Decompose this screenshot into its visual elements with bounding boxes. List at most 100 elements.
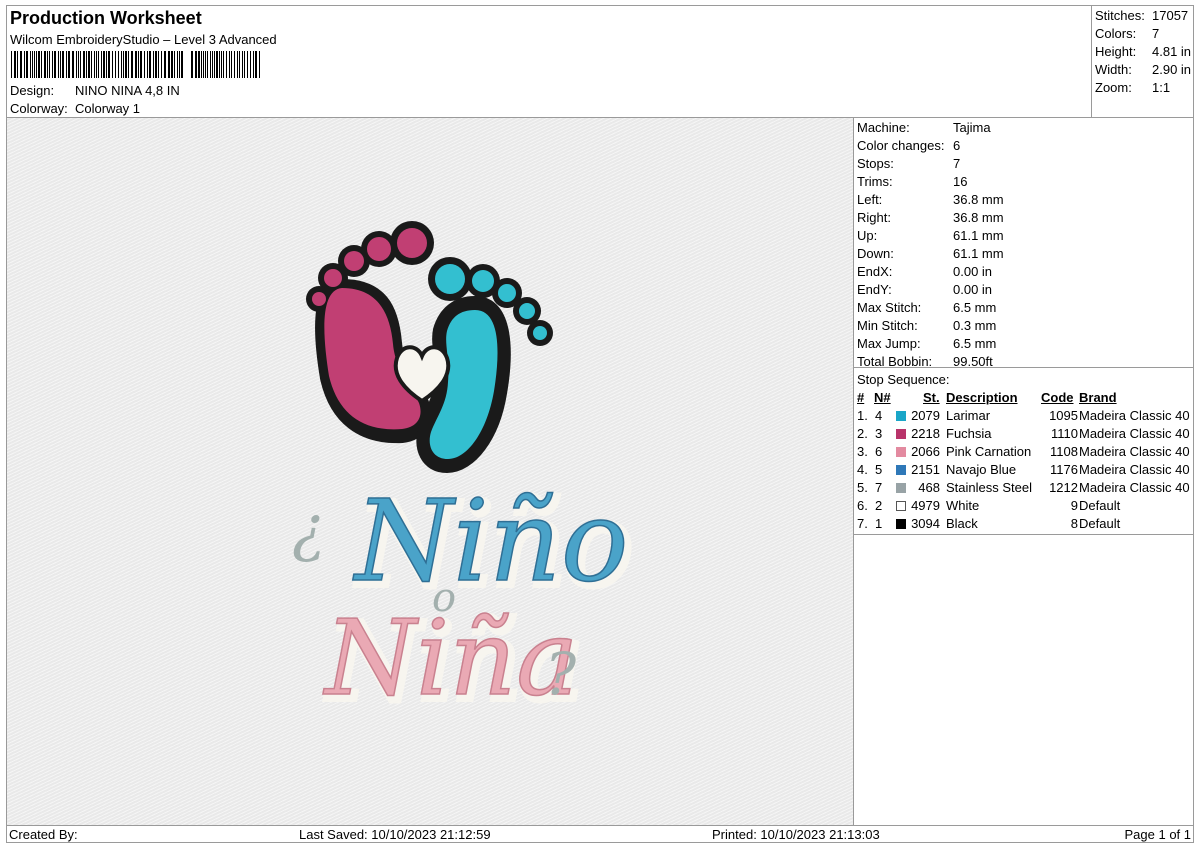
- barcode-bar: [78, 51, 79, 78]
- barcode-bar: [179, 51, 180, 78]
- barcode-bar: [253, 51, 254, 78]
- col-header-brand: Brand: [1079, 390, 1117, 405]
- barcode-bar: [135, 51, 137, 78]
- barcode-bar: [255, 51, 257, 78]
- barcode-bar: [52, 51, 53, 78]
- barcode-bar: [219, 51, 220, 78]
- barcode-bar: [221, 51, 222, 78]
- stop-sequence-panel: Stop Sequence: # N# St. Description Code…: [854, 368, 1193, 535]
- barcode-bar: [191, 51, 193, 78]
- colorway-label: Colorway:: [10, 101, 68, 116]
- barcode-bar: [86, 51, 87, 78]
- footer: Created By: Last Saved: 10/10/2023 21:12…: [7, 825, 1193, 842]
- summary-height: Height: 4.81 in: [1095, 44, 1192, 59]
- barcode-bar: [103, 51, 105, 78]
- barcode-bar: [214, 51, 215, 78]
- barcode-bar: [30, 51, 31, 78]
- barcode-bar: [11, 51, 12, 78]
- prop-right: Right: 36.8 mm: [857, 210, 1004, 225]
- barcode-bar: [125, 51, 127, 78]
- color-swatch: [896, 411, 906, 421]
- barcode-bar: [44, 51, 46, 78]
- prop-endy: EndY: 0.00 in: [857, 282, 993, 297]
- barcode-bar: [239, 51, 240, 78]
- inverted-question-mark: ¿: [292, 492, 325, 565]
- barcode-bar: [96, 51, 97, 78]
- stop-sequence-title: Stop Sequence:: [857, 372, 950, 387]
- prop-left: Left: 36.8 mm: [857, 192, 1004, 207]
- barcode-bar: [115, 51, 116, 78]
- barcode-bar: [58, 51, 59, 78]
- stop-row: 1. 4 2079 Larimar 1095 Madeira Classic 40: [857, 408, 1190, 423]
- barcode-bar: [76, 51, 77, 78]
- barcode-bar: [24, 51, 25, 78]
- barcode-bar: [216, 51, 218, 78]
- barcode-bar: [203, 51, 204, 78]
- barcode-bar: [17, 51, 18, 78]
- nino-text: Niño: [352, 477, 628, 607]
- barcode-bar: [259, 51, 260, 78]
- barcode-bar: [237, 51, 238, 78]
- barcode-bar: [68, 51, 70, 78]
- barcode-bar: [98, 51, 99, 78]
- barcode-bar: [149, 51, 151, 78]
- color-swatch: [896, 429, 906, 439]
- summary-panel: Stitches: 17057 Colors: 7 Height: 4.81 in W…: [1092, 6, 1193, 118]
- software-name: Wilcom EmbroideryStudio – Level 3 Advanc…: [10, 32, 277, 47]
- col-header-code: Code: [1041, 390, 1074, 405]
- color-swatch: [896, 483, 906, 493]
- barcode-bar: [250, 51, 251, 78]
- barcode-bar: [138, 51, 139, 78]
- prop-min-stitch: Min Stitch: 0.3 mm: [857, 318, 997, 333]
- barcode-bar: [47, 51, 48, 78]
- barcode-bar: [174, 51, 175, 78]
- barcode-bar: [153, 51, 154, 78]
- barcode-bar: [212, 51, 213, 78]
- prop-up: Up: 61.1 mm: [857, 228, 1004, 243]
- embroidery-design: ¿ Niño Niño o Niña Niña ?: [292, 221, 636, 727]
- machine-properties: Machine: Tajima Color changes: 6 Stops: 7 T…: [854, 118, 1193, 369]
- summary-width: Width: 2.90 in: [1095, 62, 1192, 77]
- summary-zoom: Zoom: 1:1: [1095, 80, 1171, 95]
- col-header-st: St.: [923, 390, 940, 405]
- col-header-num: #: [857, 390, 865, 405]
- prop-machine: Machine: Tajima: [857, 120, 991, 135]
- barcode-bar: [26, 51, 28, 78]
- barcode-bar: [158, 51, 159, 78]
- barcode-bar: [210, 51, 211, 78]
- prop-down: Down: 61.1 mm: [857, 246, 1004, 261]
- barcode-bar: [91, 51, 92, 78]
- question-mark: ?: [545, 640, 577, 708]
- barcode-bar: [36, 51, 37, 78]
- barcode-bar: [244, 51, 245, 78]
- summary-stitches: Stitches: 17057: [1095, 8, 1189, 23]
- color-swatch: [896, 465, 906, 475]
- prop-max-jump: Max Jump: 6.5 mm: [857, 336, 997, 351]
- barcode-bar: [118, 51, 119, 78]
- barcode-bar: [32, 51, 33, 78]
- header-panel: Production Worksheet Wilcom EmbroiderySt…: [7, 6, 1092, 118]
- color-swatch: [896, 447, 906, 457]
- footer-created-by: Created By:: [9, 827, 78, 842]
- barcode-bar: [201, 51, 202, 78]
- barcode-bar: [66, 51, 67, 78]
- barcode-bar: [229, 51, 230, 78]
- barcode-bar: [242, 51, 243, 78]
- barcode-bar: [101, 51, 102, 78]
- barcode-bar: [128, 51, 129, 78]
- barcode-bar: [155, 51, 157, 78]
- prop-trims: Trims: 16: [857, 174, 968, 189]
- barcode-bar: [168, 51, 170, 78]
- barcode-bar: [147, 51, 148, 78]
- barcode-bar: [108, 51, 110, 78]
- col-header-n: N#: [874, 390, 891, 405]
- barcode-bar: [123, 51, 124, 78]
- barcode-bar: [131, 51, 133, 78]
- barcode-bar: [83, 51, 85, 78]
- barcode-bar: [181, 51, 183, 78]
- barcode-bar: [60, 51, 61, 78]
- barcode-bar: [80, 51, 81, 78]
- barcode-bar: [20, 51, 22, 78]
- barcode-bar: [140, 51, 142, 78]
- barcode-bar: [106, 51, 107, 78]
